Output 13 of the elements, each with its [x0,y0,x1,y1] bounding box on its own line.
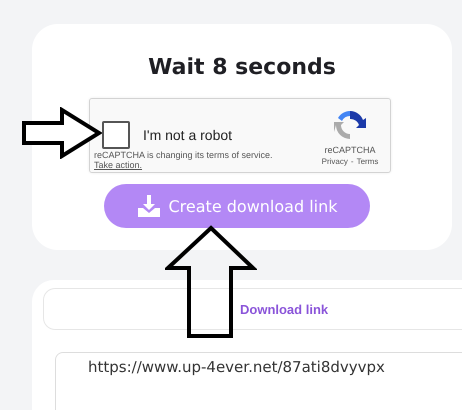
recaptcha-brand: reCAPTCHA [324,145,376,155]
recaptcha-logo-icon [334,109,366,141]
download-link-tab[interactable]: Download link [240,289,328,329]
link-field[interactable]: https://www.up-4ever.net/87ati8dvyvpx [55,352,462,410]
download-icon [136,194,160,218]
take-action-link[interactable]: Take action. [94,160,142,170]
separator: - [350,157,354,166]
countdown-title: Wait 8 seconds [148,54,336,82]
terms-link[interactable]: Terms [356,157,378,166]
checkbox-label: I'm not a robot [143,127,232,143]
privacy-link[interactable]: Privacy [322,157,348,166]
robot-checkbox[interactable] [102,121,130,149]
terms-notice: reCAPTCHA is changing its terms of service. [94,150,274,160]
